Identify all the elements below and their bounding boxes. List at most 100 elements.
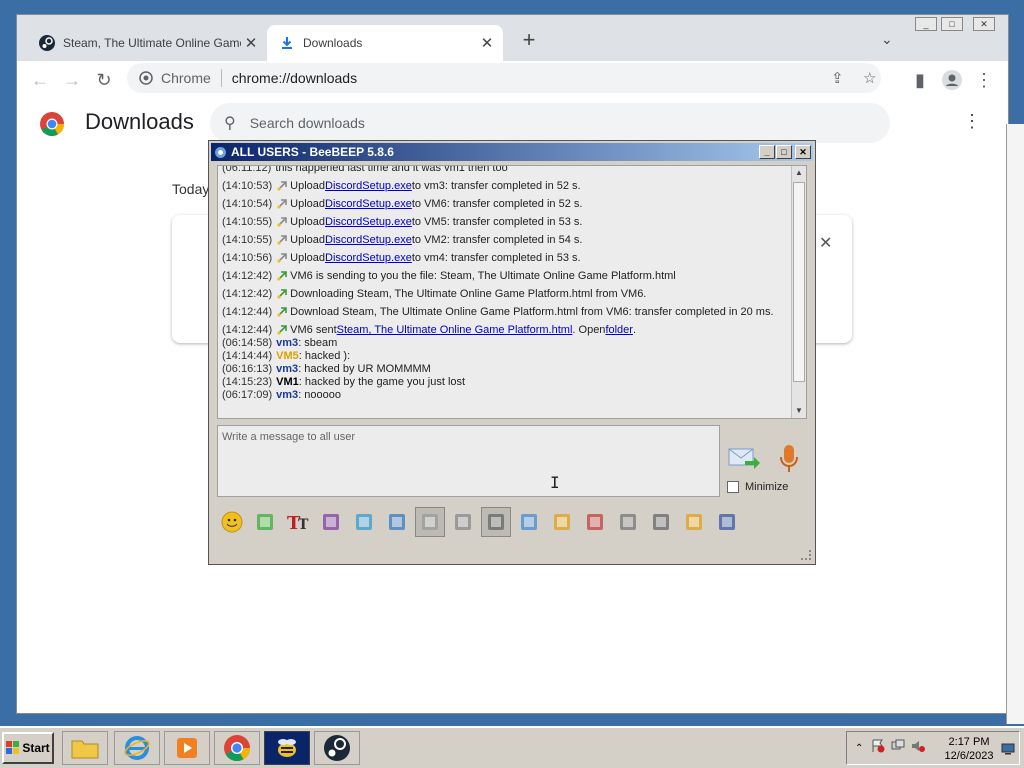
download-icon: [276, 288, 288, 300]
chat-message: (06:17:09) vm3: nooooo: [222, 387, 341, 403]
scroll-thumb[interactable]: [793, 182, 805, 382]
message-text: to vm4: transfer completed in 53 s.: [411, 252, 581, 264]
share-icon[interactable]: ⇪: [831, 69, 844, 87]
svg-text:T: T: [298, 517, 309, 533]
media-player-icon[interactable]: [164, 731, 210, 765]
browser-toolbar: ← → ↻ Chrome chrome://downloads ⇪ ☆ ▮ ⋮: [17, 61, 1008, 101]
action-center-flag-icon[interactable]: [871, 739, 885, 758]
beebeep-taskbar-icon[interactable]: [264, 731, 310, 765]
minimize-label: Minimize: [745, 481, 789, 493]
system-message: (14:12:42) Downloading Steam, The Ultimat…: [222, 286, 646, 302]
more-menu-icon[interactable]: ⋮: [971, 67, 997, 93]
message-text: VM6 is sending to you the file: Steam, T…: [290, 270, 676, 282]
color-picker-icon[interactable]: [316, 507, 346, 537]
network-icon[interactable]: [891, 739, 905, 758]
timestamp: (06:17:09): [222, 389, 273, 401]
file-link[interactable]: DiscordSetup.exe: [325, 234, 412, 246]
font-size-icon[interactable]: [448, 507, 478, 537]
code-icon[interactable]: [580, 507, 610, 537]
beebeep-titlebar[interactable]: ALL USERS - BeeBEEP 5.8.6 _ □ ✕: [211, 143, 813, 161]
message-text: . Open: [572, 324, 606, 336]
volume-muted-icon[interactable]: [911, 739, 926, 758]
minimize-button[interactable]: _: [759, 145, 775, 159]
message-input[interactable]: Write a message to all user: [217, 425, 720, 497]
forward-arrow-icon[interactable]: →: [59, 67, 85, 93]
profile-avatar-icon[interactable]: [939, 67, 965, 93]
send-file-icon[interactable]: [514, 507, 544, 537]
start-button[interactable]: Start: [2, 732, 54, 764]
envelope-icon[interactable]: [250, 507, 280, 537]
file-link[interactable]: Steam, The Ultimate Online Game Platform…: [337, 324, 573, 336]
steam-taskbar-icon[interactable]: [314, 731, 360, 765]
message-text: .: [632, 324, 637, 336]
chrome-logo-icon: [39, 111, 65, 142]
message-text: this happened last time and it was vm1 t…: [275, 165, 508, 174]
file-link[interactable]: DiscordSetup.exe: [325, 198, 412, 210]
close-tab-icon[interactable]: ✕: [241, 34, 261, 52]
site-label: Chrome: [161, 70, 211, 86]
close-button[interactable]: ✕: [795, 145, 811, 159]
bookmark-star-icon[interactable]: ☆: [863, 69, 876, 87]
system-message: (14:10:55) Upload DiscordSetup.exe to VM5…: [222, 214, 582, 230]
resize-grip[interactable]: [801, 550, 811, 560]
close-window-button[interactable]: ✕: [973, 17, 995, 31]
settings-gear-icon[interactable]: [382, 507, 412, 537]
scroll-up-icon[interactable]: ▲: [792, 166, 806, 180]
screenshot-icon[interactable]: [646, 507, 676, 537]
system-message: (14:10:54) Upload DiscordSetup.exe to VM6…: [222, 196, 582, 212]
file-link[interactable]: DiscordSetup.exe: [325, 180, 412, 192]
reload-icon[interactable]: ↻: [91, 67, 117, 93]
clock[interactable]: 2:17 PM 12/6/2023: [939, 735, 999, 763]
message-text: Upload: [290, 234, 326, 246]
chat-toolbar: TT: [217, 505, 811, 539]
tab-steam[interactable]: Steam, The Ultimate Online Game P ✕: [27, 25, 267, 61]
send-folder-icon[interactable]: [547, 507, 577, 537]
remove-download-icon[interactable]: ✕: [819, 233, 832, 253]
bee-app-icon: [214, 146, 227, 159]
chrome-taskbar-icon[interactable]: [214, 731, 260, 765]
download-tray-icon[interactable]: [415, 507, 445, 537]
window-title: ALL USERS - BeeBEEP 5.8.6: [231, 145, 394, 159]
maximize-button[interactable]: □: [776, 145, 792, 159]
tab-downloads[interactable]: Downloads ✕: [267, 25, 503, 61]
minimize-checkbox[interactable]: [727, 481, 739, 493]
show-hidden-icons-icon[interactable]: ⌃: [855, 743, 863, 754]
record-icon[interactable]: [613, 507, 643, 537]
chrome-site-icon: [139, 71, 153, 85]
font-icon[interactable]: TT: [283, 507, 313, 537]
more-menu-icon[interactable]: ⋮: [963, 111, 981, 132]
save-icon[interactable]: [712, 507, 742, 537]
system-message: (14:12:44) Download Steam, The Ultimate O…: [222, 304, 774, 320]
music-note-icon[interactable]: [481, 507, 511, 537]
folder-link[interactable]: folder: [605, 324, 633, 336]
filter-icon[interactable]: [349, 507, 379, 537]
chevron-down-icon[interactable]: ⌄: [881, 31, 893, 48]
timestamp: (14:10:53): [222, 180, 273, 192]
sender-name[interactable]: vm3: [276, 389, 298, 401]
search-downloads-input[interactable]: ⚲ Search downloads: [210, 103, 890, 143]
file-link[interactable]: DiscordSetup.exe: [325, 252, 412, 264]
chat-scrollbar[interactable]: ▲ ▼: [791, 166, 806, 418]
scroll-down-icon[interactable]: ▼: [792, 404, 806, 418]
internet-explorer-icon[interactable]: [114, 731, 160, 765]
new-tab-button[interactable]: +: [517, 29, 541, 53]
file-explorer-icon[interactable]: [62, 731, 108, 765]
clock-date: 12/6/2023: [944, 750, 994, 762]
back-arrow-icon[interactable]: ←: [27, 67, 53, 93]
chat-history[interactable]: (06:11:12) this happened last time and it…: [217, 165, 807, 419]
microphone-icon[interactable]: [777, 443, 801, 475]
smiley-icon[interactable]: [217, 507, 247, 537]
maximize-window-button[interactable]: □: [941, 17, 963, 31]
close-tab-icon[interactable]: ✕: [477, 34, 497, 52]
show-desktop-icon[interactable]: [1001, 742, 1015, 760]
system-message: (06:11:12) this happened last time and it…: [222, 165, 508, 176]
side-panel-icon[interactable]: ▮: [907, 67, 933, 93]
file-link[interactable]: DiscordSetup.exe: [325, 216, 412, 228]
minimize-window-button[interactable]: _: [915, 17, 937, 31]
url-text: chrome://downloads: [231, 70, 358, 86]
message-text: : nooooo: [298, 389, 342, 401]
edit-note-icon[interactable]: [679, 507, 709, 537]
send-message-button[interactable]: [727, 443, 761, 473]
address-bar[interactable]: Chrome chrome://downloads ⇪ ☆: [127, 63, 881, 93]
download-icon: [276, 270, 288, 282]
